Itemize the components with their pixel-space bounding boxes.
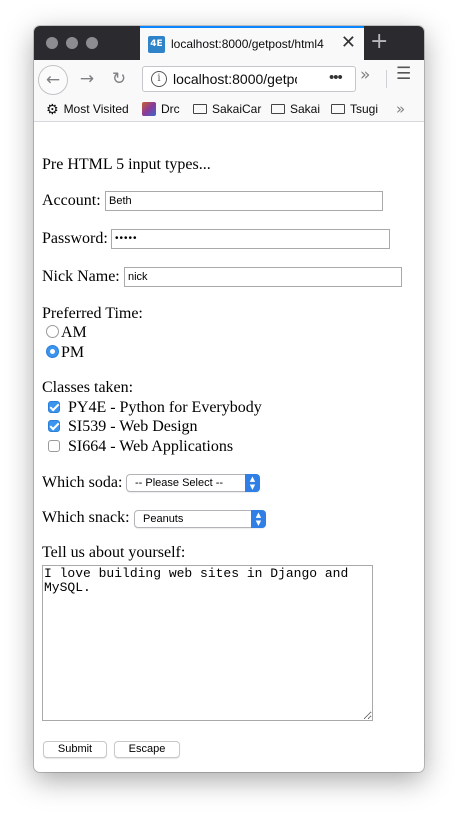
radio-pm-label: PM xyxy=(61,344,85,361)
page-actions-icon[interactable]: ••• xyxy=(329,69,343,86)
class-si664[interactable]: SI664 - Web Applications xyxy=(42,438,233,456)
bookmarks-overflow-icon[interactable]: » xyxy=(396,100,405,118)
bookmark-label: Sakai xyxy=(290,102,321,116)
account-input[interactable]: Beth xyxy=(105,191,383,211)
radio-pm[interactable]: PM xyxy=(46,344,84,362)
browser-window: 4E localhost:8000/getpost/html4 ✕ + ← → … xyxy=(34,26,424,772)
info-icon[interactable]: i xyxy=(151,71,167,87)
back-icon[interactable]: ← xyxy=(38,65,68,95)
nav-toolbar: ← → ↻ i localhost:8000/getpost/html4 •••… xyxy=(34,60,424,98)
about-label: Tell us about yourself: xyxy=(42,544,186,561)
select-arrows-icon: ▲ ▼ xyxy=(251,510,266,528)
soda-select[interactable]: -- Please Select -- ▲ ▼ xyxy=(126,474,260,492)
escape-button[interactable]: Escape xyxy=(114,741,180,758)
page-content: Pre HTML 5 input types... Account: Beth … xyxy=(34,122,424,772)
class-py4e[interactable]: PY4E - Python for Everybody xyxy=(42,399,262,417)
active-tab[interactable]: 4E localhost:8000/getpost/html4 ✕ xyxy=(140,26,364,60)
gear-icon: ⚙ xyxy=(46,101,59,118)
password-label: Password: xyxy=(42,230,108,247)
bookmark-sakaicar[interactable]: SakaiCar xyxy=(193,102,261,116)
password-input[interactable]: ••••• xyxy=(111,229,390,249)
bookmark-sakai[interactable]: Sakai xyxy=(271,102,320,116)
class-si539[interactable]: SI539 - Web Design xyxy=(42,418,198,436)
class-py4e-label: PY4E - Python for Everybody xyxy=(68,399,262,416)
folder-icon xyxy=(271,103,285,114)
account-label: Account: xyxy=(42,192,101,209)
radio-pm-button[interactable] xyxy=(46,345,59,358)
snack-label: Which snack: xyxy=(42,509,130,526)
reload-icon[interactable]: ↻ xyxy=(104,64,134,94)
tab-title: localhost:8000/getpost/html4 xyxy=(171,37,324,51)
class-si664-checkbox[interactable] xyxy=(48,440,60,452)
folder-icon xyxy=(331,103,345,114)
nick-input[interactable]: nick xyxy=(124,267,402,287)
about-textarea[interactable]: I love building web sites in Django and … xyxy=(42,565,373,721)
soda-selected-value: -- Please Select -- xyxy=(135,477,224,489)
select-arrows-icon: ▲ ▼ xyxy=(245,474,260,492)
toolbar-divider xyxy=(386,70,387,88)
soda-label: Which soda: xyxy=(42,474,123,491)
page-heading: Pre HTML 5 input types... xyxy=(42,156,211,173)
minimize-window-dot[interactable] xyxy=(66,37,78,49)
snack-select[interactable]: Peanuts ▲ ▼ xyxy=(134,510,266,528)
class-si539-checkbox[interactable] xyxy=(48,420,60,432)
bookmark-label: Tsugi xyxy=(350,102,379,116)
radio-am-label: AM xyxy=(61,324,87,341)
close-window-dot[interactable] xyxy=(46,37,58,49)
forward-icon[interactable]: → xyxy=(72,64,102,94)
time-label: Preferred Time: xyxy=(42,305,143,322)
toolbar-overflow-icon[interactable]: » xyxy=(360,65,370,85)
class-py4e-checkbox[interactable] xyxy=(48,401,60,413)
hamburger-menu-icon[interactable]: ☰ xyxy=(396,64,411,84)
submit-button[interactable]: Submit xyxy=(43,741,107,758)
bookmark-tsugi[interactable]: Tsugi xyxy=(331,102,378,116)
tab-bar: 4E localhost:8000/getpost/html4 ✕ + xyxy=(34,26,424,60)
classes-label: Classes taken: xyxy=(42,379,134,396)
maximize-window-dot[interactable] xyxy=(86,37,98,49)
bookmark-label: Most Visited xyxy=(63,102,129,116)
nick-label: Nick Name: xyxy=(42,268,120,285)
bookmark-label: Drc xyxy=(161,102,180,116)
class-si664-label: SI664 - Web Applications xyxy=(68,438,234,455)
bookmarks-bar: ⚙ Most Visited Drc SakaiCar Sakai Tsugi » xyxy=(34,98,424,122)
new-tab-icon[interactable]: + xyxy=(370,29,388,55)
drc-favicon-icon xyxy=(142,101,156,116)
close-tab-icon[interactable]: ✕ xyxy=(341,33,356,53)
bookmark-label: SakaiCar xyxy=(212,102,262,116)
snack-selected-value: Peanuts xyxy=(143,513,184,525)
url-bar[interactable]: i localhost:8000/getpost/html4 ••• xyxy=(142,66,356,92)
url-text[interactable]: localhost:8000/getpost/html4 xyxy=(173,71,297,87)
class-si539-label: SI539 - Web Design xyxy=(68,418,198,435)
radio-am-button[interactable] xyxy=(46,325,59,338)
bookmark-most-visited[interactable]: ⚙ Most Visited xyxy=(46,101,129,118)
favicon-icon: 4E xyxy=(148,36,165,53)
radio-am[interactable]: AM xyxy=(46,324,87,342)
bookmark-drc[interactable]: Drc xyxy=(142,101,180,117)
folder-icon xyxy=(193,103,207,114)
